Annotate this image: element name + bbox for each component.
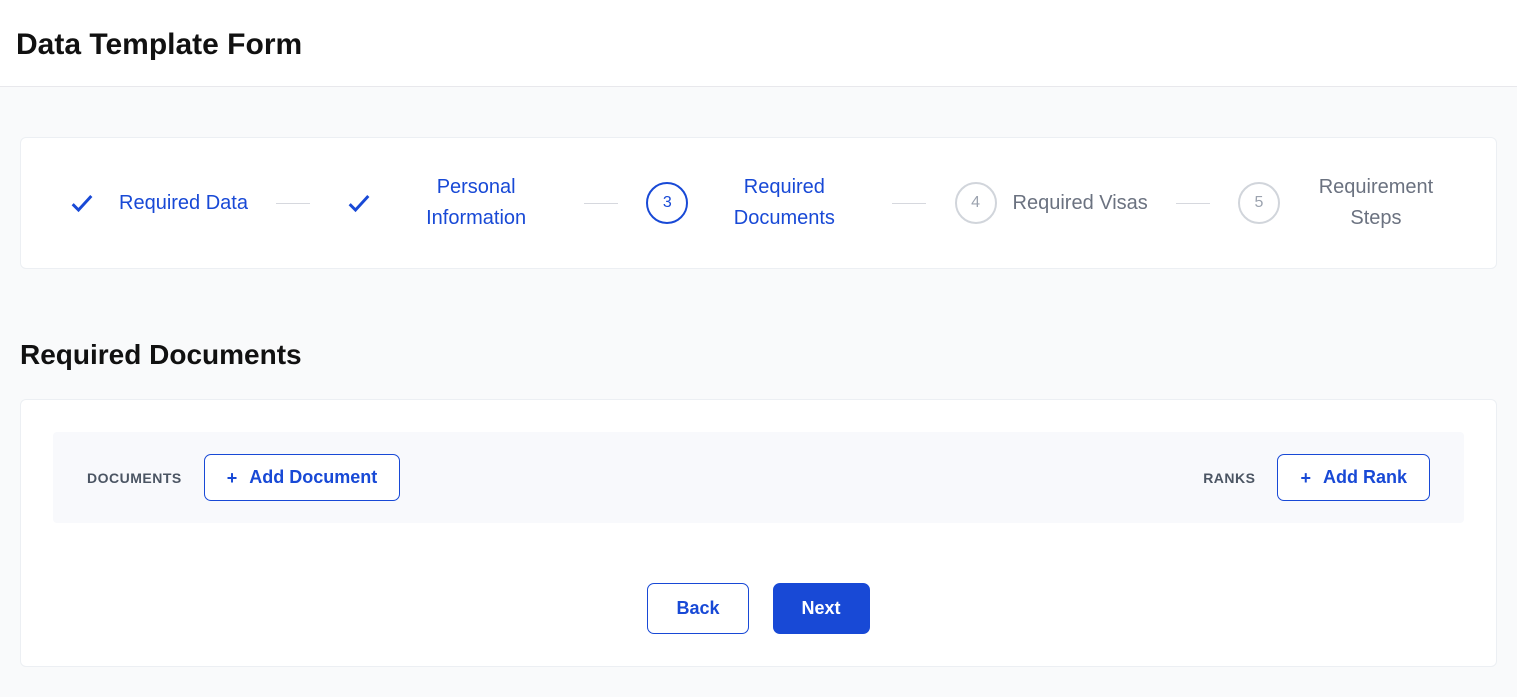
step-connector (584, 203, 618, 204)
step-number: 5 (1238, 182, 1280, 224)
check-icon (61, 182, 103, 224)
section-title: Required Documents (20, 339, 1497, 371)
step-label: Required Documents (704, 172, 864, 234)
page-title: Data Template Form (16, 28, 1501, 62)
step-required-visas[interactable]: 4 Required Visas (955, 182, 1148, 224)
add-rank-button[interactable]: + Add Rank (1277, 454, 1430, 501)
next-button[interactable]: Next (773, 583, 870, 634)
stepper: Required Data Personal Information 3 Req… (20, 137, 1497, 269)
back-button[interactable]: Back (647, 583, 748, 634)
content-card: DOCUMENTS + Add Document RANKS + Add Ran… (20, 399, 1497, 667)
page-header: Data Template Form (0, 0, 1517, 87)
plus-icon: + (1300, 469, 1311, 487)
step-required-documents[interactable]: 3 Required Documents (646, 172, 864, 234)
toolbar-right: RANKS + Add Rank (1203, 454, 1430, 501)
step-requirement-steps[interactable]: 5 Requirement Steps (1238, 172, 1456, 234)
step-connector (1176, 203, 1210, 204)
ranks-label: RANKS (1203, 470, 1255, 486)
add-rank-label: Add Rank (1323, 467, 1407, 488)
add-document-button[interactable]: + Add Document (204, 454, 401, 501)
plus-icon: + (227, 469, 238, 487)
check-icon (338, 182, 380, 224)
page-body: Required Data Personal Information 3 Req… (0, 87, 1517, 697)
step-label: Requirement Steps (1296, 172, 1456, 234)
footer-actions: Back Next (53, 583, 1464, 634)
step-personal-information[interactable]: Personal Information (338, 172, 556, 234)
step-label: Required Visas (1013, 188, 1148, 219)
step-connector (276, 203, 310, 204)
step-number: 4 (955, 182, 997, 224)
step-required-data[interactable]: Required Data (61, 182, 248, 224)
add-document-label: Add Document (249, 467, 377, 488)
toolbar: DOCUMENTS + Add Document RANKS + Add Ran… (53, 432, 1464, 523)
step-connector (892, 203, 926, 204)
step-number: 3 (646, 182, 688, 224)
step-label: Personal Information (396, 172, 556, 234)
documents-label: DOCUMENTS (87, 470, 182, 486)
step-label: Required Data (119, 188, 248, 219)
toolbar-left: DOCUMENTS + Add Document (87, 454, 400, 501)
